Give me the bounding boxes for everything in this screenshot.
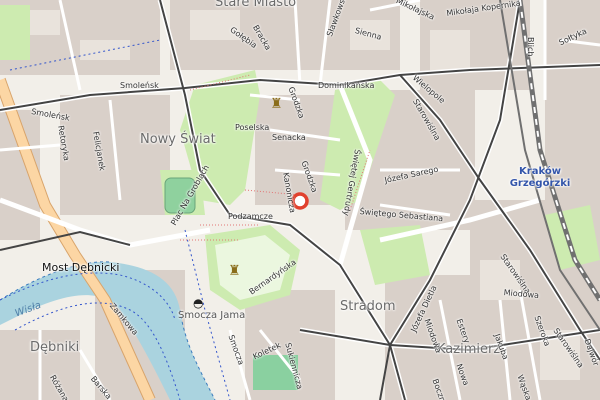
map-view[interactable]: ♜ ♜ ◓ Stare Miasto Nowy Świat Stradom Ka… <box>0 0 600 400</box>
district-label-stradom: Stradom <box>340 299 396 314</box>
district-label-nowy-swiat: Nowy Świat <box>140 132 216 147</box>
bridge-label: Most Dębnicki <box>42 261 120 274</box>
poi-label-smocza-jama[interactable]: Smocza Jama <box>178 310 245 322</box>
castle-icon[interactable]: ♜ <box>270 97 283 111</box>
district-label-stare-miasto: Stare Miasto <box>215 0 297 10</box>
street-label: Senacka <box>272 133 306 142</box>
street-label: Blich <box>526 37 535 57</box>
station-label-krakow-grzegorzki[interactable]: Kraków Grzegórzki <box>508 166 572 189</box>
street-label: Dominikańska <box>318 81 375 90</box>
castle-icon[interactable]: ♜ <box>228 264 241 278</box>
district-label-debniki: Dębniki <box>30 340 80 355</box>
street-label: Poselska <box>235 123 270 132</box>
street-label: Smoleńsk <box>120 81 159 90</box>
street-label: Podzamcze <box>228 212 273 221</box>
cave-icon[interactable]: ◓ <box>193 297 203 309</box>
district-label-kazimierz: Kazimierz <box>437 342 501 357</box>
map-canvas[interactable] <box>0 0 600 400</box>
